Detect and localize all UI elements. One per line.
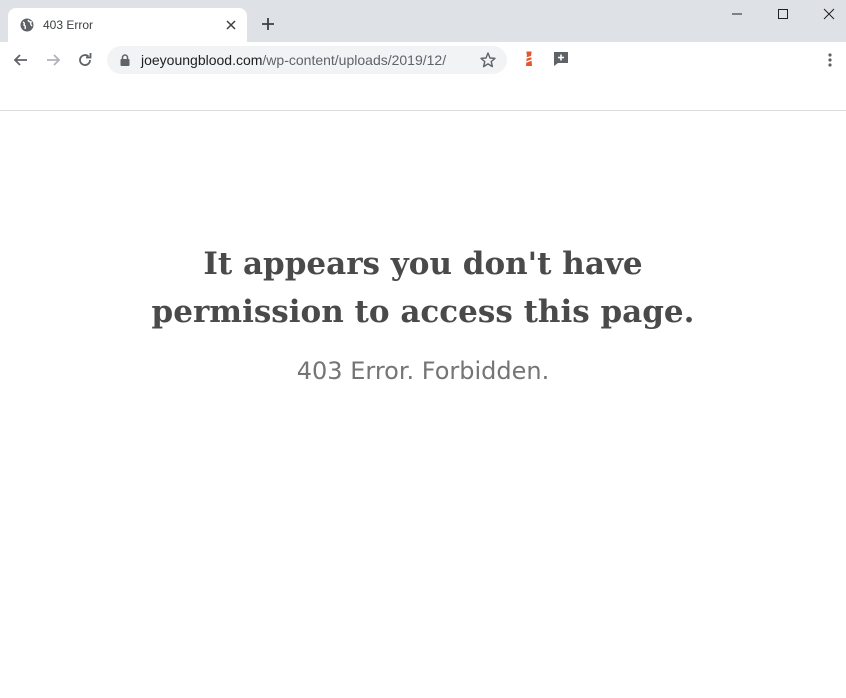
maximize-window-icon[interactable] bbox=[775, 6, 791, 22]
address-bar[interactable]: joeyoungblood.com/wp-content/uploads/201… bbox=[107, 46, 507, 74]
globe-icon bbox=[20, 18, 34, 32]
browser-title-bar: 403 Error bbox=[0, 0, 846, 42]
url-text[interactable]: joeyoungblood.com/wp-content/uploads/201… bbox=[141, 52, 446, 68]
url-path: /wp-content/uploads/2019/12/ bbox=[262, 52, 447, 68]
error-headline-line-1: It appears you don't have bbox=[203, 246, 643, 282]
error-headline: It appears you don't have permission to … bbox=[0, 240, 846, 336]
close-tab-icon[interactable] bbox=[223, 17, 239, 33]
lighthouse-extension-icon[interactable] bbox=[520, 50, 538, 68]
lock-icon[interactable] bbox=[118, 53, 132, 67]
more-menu-icon[interactable] bbox=[822, 51, 838, 69]
forward-arrow-icon[interactable] bbox=[43, 50, 63, 70]
add-comment-extension-icon[interactable] bbox=[552, 50, 570, 68]
browser-tab-active[interactable]: 403 Error bbox=[8, 8, 247, 42]
toolbar-divider bbox=[0, 110, 846, 111]
bookmark-star-icon[interactable] bbox=[479, 51, 497, 69]
new-tab-button[interactable] bbox=[259, 15, 277, 33]
minimize-window-icon[interactable] bbox=[729, 6, 745, 22]
browser-toolbar: joeyoungblood.com/wp-content/uploads/201… bbox=[0, 42, 846, 78]
close-window-icon[interactable] bbox=[821, 6, 837, 22]
reload-icon[interactable] bbox=[75, 50, 95, 70]
error-headline-line-2: permission to access this page. bbox=[151, 294, 695, 330]
error-code-text: 403 Error. Forbidden. bbox=[296, 357, 550, 385]
back-arrow-icon[interactable] bbox=[11, 50, 31, 70]
tab-title: 403 Error bbox=[43, 18, 94, 32]
url-domain: joeyoungblood.com bbox=[141, 52, 263, 68]
